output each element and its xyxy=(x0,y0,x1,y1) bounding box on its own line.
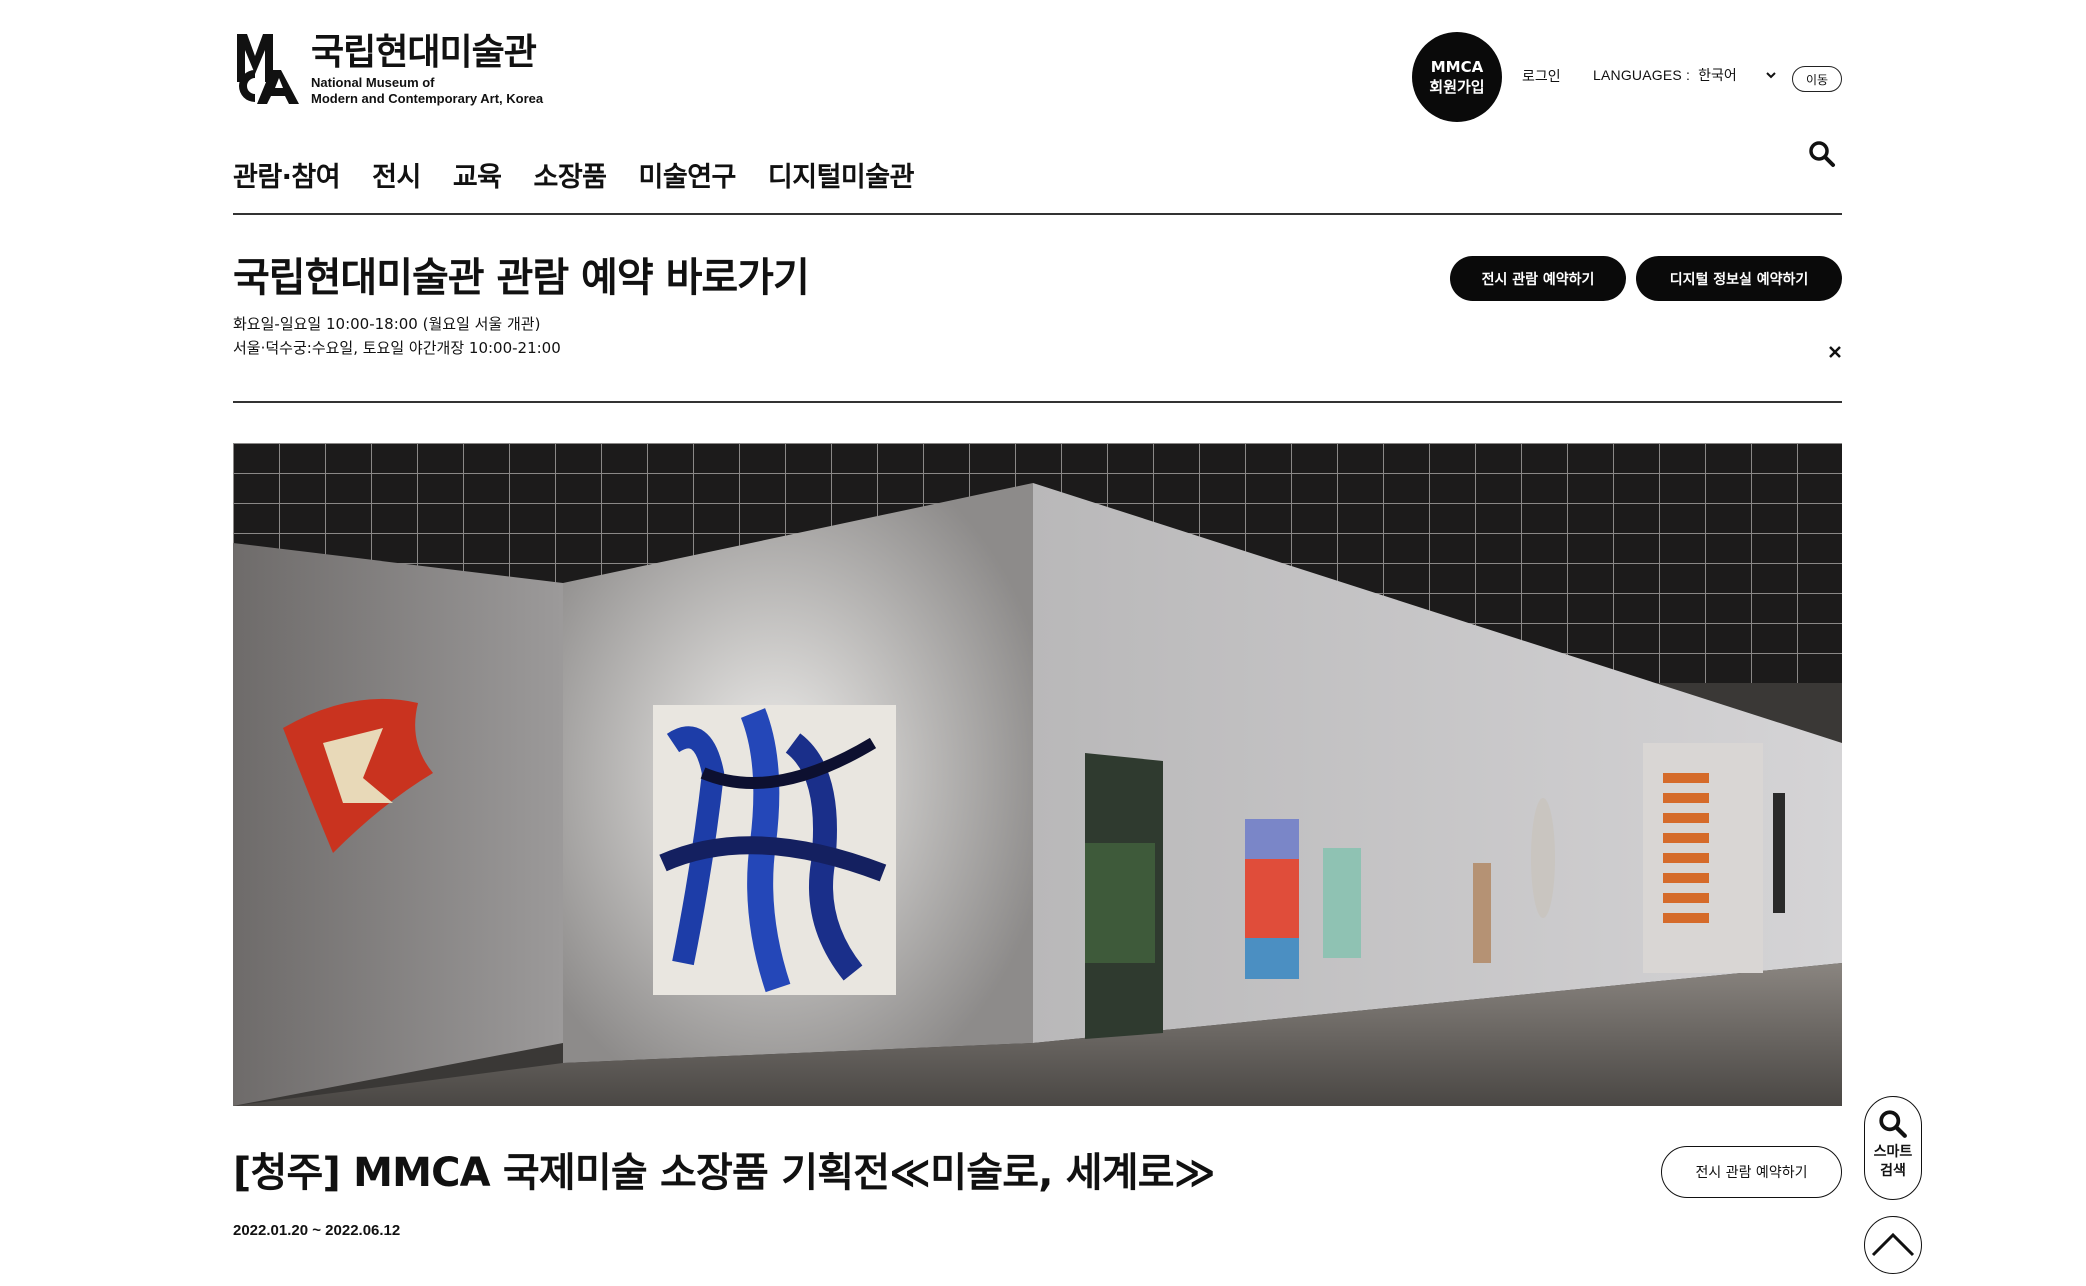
site-logo[interactable]: 국립현대미술관 National Museum of Modern and Co… xyxy=(233,30,563,112)
join-line2: 회원가입 xyxy=(1429,78,1485,96)
search-icon[interactable] xyxy=(1808,140,1836,168)
nav-item-exhibition[interactable]: 전시 xyxy=(372,155,421,194)
main-nav: 관람·참여 전시 교육 소장품 미술연구 디지털미술관 xyxy=(233,155,914,194)
nav-item-collection[interactable]: 소장품 xyxy=(534,155,608,194)
nav-item-education[interactable]: 교육 xyxy=(453,155,502,194)
digital-reserve-button[interactable]: 디지털 정보실 예약하기 xyxy=(1636,256,1842,301)
smart-search-label: 스마트 검색 xyxy=(1873,1144,1913,1179)
opening-hours: 화요일-일요일 10:00-18:00 (월요일 서울 개관) 서울·덕수궁:수… xyxy=(233,312,561,360)
hours-line1: 화요일-일요일 10:00-18:00 (월요일 서울 개관) xyxy=(233,315,541,333)
logo-english-line1: National Museum of xyxy=(311,75,435,90)
exhibition-title[interactable]: [청주] MMCA 국제미술 소장품 기획전≪미술로, 세계로≫ xyxy=(233,1140,1216,1198)
login-link[interactable]: 로그인 xyxy=(1522,66,1561,86)
hours-line2: 서울·덕수궁:수요일, 토요일 야간개장 10:00-21:00 xyxy=(233,339,561,357)
logo-english-line2: Modern and Contemporary Art, Korea xyxy=(311,91,544,106)
nav-item-visit[interactable]: 관람·참여 xyxy=(233,155,341,194)
member-join-button[interactable]: MMCA 회원가입 xyxy=(1412,32,1502,122)
exhibition-reserve-button[interactable]: 전시 관람 예약하기 xyxy=(1450,256,1626,301)
smart-search-icon xyxy=(1879,1110,1907,1138)
close-icon[interactable] xyxy=(1828,345,1842,359)
gallery-photo xyxy=(233,443,1842,1106)
join-line1: MMCA xyxy=(1430,58,1484,76)
reservation-title: 국립현대미술관 관람 예약 바로가기 xyxy=(233,255,810,301)
chevron-down-icon xyxy=(1766,72,1776,79)
nav-item-digital[interactable]: 디지털미술관 xyxy=(768,155,915,194)
exhibition-hero-image[interactable] xyxy=(233,443,1842,1106)
banner-divider xyxy=(233,401,1842,403)
nav-divider xyxy=(233,213,1842,215)
mmca-logo-icon xyxy=(237,34,299,104)
exhibition-reserve-outline-button[interactable]: 전시 관람 예약하기 xyxy=(1661,1146,1842,1198)
smart-search-button[interactable]: 스마트 검색 xyxy=(1864,1096,1922,1200)
language-value: 한국어 xyxy=(1698,68,1737,84)
chevron-up-icon xyxy=(1871,1232,1915,1257)
nav-item-research[interactable]: 미술연구 xyxy=(639,155,737,194)
language-select[interactable]: LANGUAGES : 한국어 xyxy=(1593,65,1777,85)
exhibition-date: 2022.01.20 ~ 2022.06.12 xyxy=(233,1222,401,1239)
language-go-button[interactable]: 이동 xyxy=(1792,66,1842,92)
language-label: LANGUAGES : xyxy=(1593,67,1691,83)
logo-korean-name: 국립현대미술관 xyxy=(311,32,537,73)
scroll-top-button[interactable] xyxy=(1864,1216,1922,1274)
